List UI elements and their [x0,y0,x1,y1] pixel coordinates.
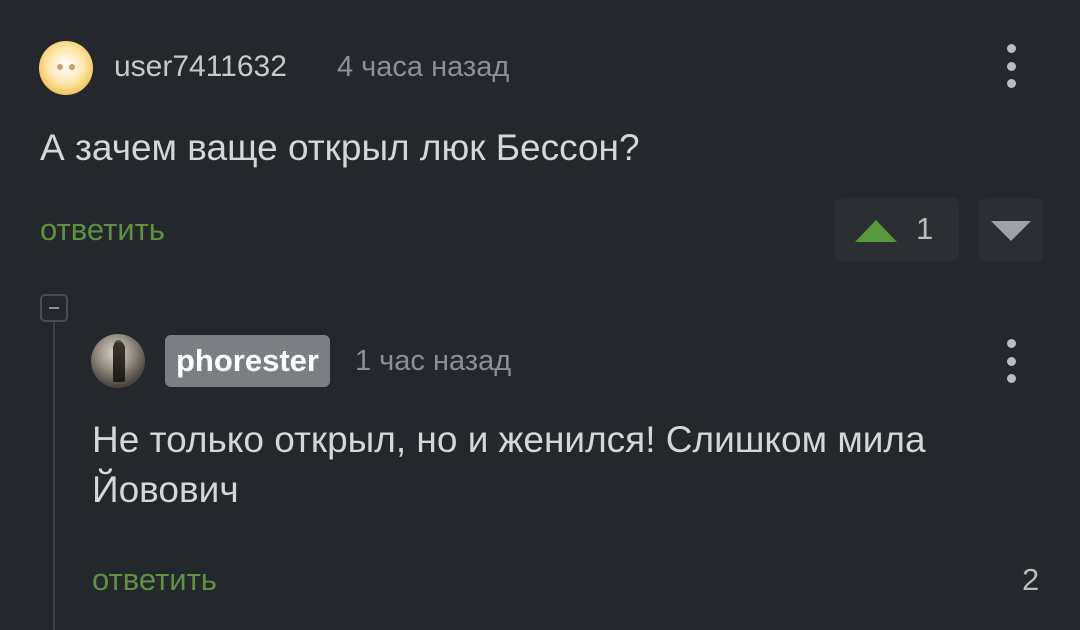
rating-count: 2 [1022,562,1040,597]
downvote-button[interactable] [979,198,1043,261]
avatar-face [49,53,83,83]
comments-page: user7411632 4 часа назад А зачем ваще от… [0,0,1080,630]
user-avatar[interactable] [39,41,93,95]
thread-line[interactable] [53,322,55,630]
minus-square-icon[interactable] [40,294,68,322]
more-vertical-icon[interactable] [999,44,1023,88]
comment-timestamp[interactable]: 4 часа назад [337,50,509,84]
comment-timestamp[interactable]: 1 час назад [355,344,511,378]
comment-body: А зачем ваще открыл люк Бессон? [40,127,640,168]
reply-link[interactable]: ответить [92,562,217,598]
comment-author-badge[interactable]: phorester [165,335,330,387]
reply-link[interactable]: ответить [40,212,165,248]
triangle-down-icon [991,221,1031,241]
upvote-button[interactable]: 1 [835,198,959,261]
triangle-up-icon [855,220,897,242]
rating-count: 1 [916,211,934,246]
comment-author[interactable]: user7411632 [114,50,287,84]
comment-body: Не только открыл, но и женился! Слишком … [92,419,926,510]
user-avatar[interactable] [91,334,145,388]
more-vertical-icon[interactable] [999,339,1023,383]
